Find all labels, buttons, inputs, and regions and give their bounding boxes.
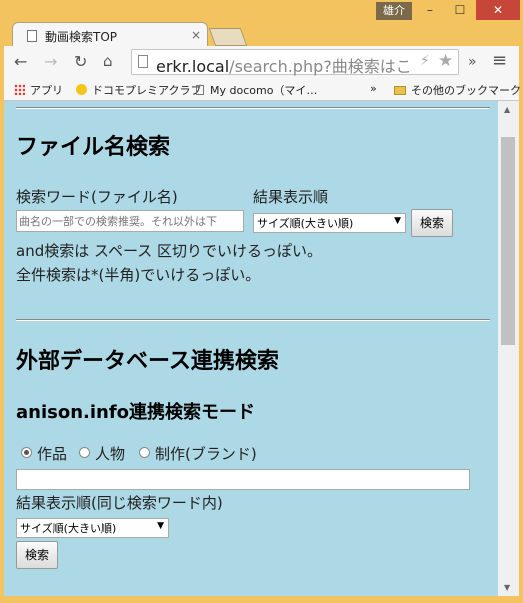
keyword-label: 検索ワード(ファイル名)	[16, 188, 178, 206]
all-search-note: 全件検索は*(半角)でいけるっぽい。	[16, 266, 261, 284]
maximize-button[interactable]: ☐	[446, 0, 474, 20]
reload-icon[interactable]: ↻	[74, 52, 87, 71]
bookmarks-more[interactable]: »	[370, 82, 377, 95]
radio-work-label[interactable]: 作品	[37, 443, 67, 464]
folder-icon	[394, 86, 406, 95]
title-bar: 雄介 – ☐ ✕	[0, 0, 523, 24]
minimize-button[interactable]: –	[416, 0, 444, 20]
home-icon[interactable]: ⌂	[103, 52, 113, 70]
scrollbar-thumb[interactable]	[501, 137, 515, 345]
apps-grid-icon	[14, 84, 25, 95]
external-search-button[interactable]: 検索	[16, 541, 58, 569]
browser-window: 雄介 – ☐ ✕ 動画検索TOP × ← → ↻ ⌂ erkr.local/se…	[0, 0, 523, 603]
section-heading-filename: ファイル名検索	[16, 135, 171, 160]
other-bookmarks[interactable]: その他のブックマーク	[394, 82, 521, 98]
chevron-down-icon: ▼	[157, 521, 164, 531]
tab-close-icon[interactable]: ×	[191, 28, 201, 42]
divider	[16, 319, 490, 321]
bolt-icon[interactable]: ⚡	[420, 53, 430, 69]
radio-work[interactable]	[21, 447, 32, 458]
page-icon	[196, 85, 204, 95]
radio-person-label[interactable]: 人物	[95, 443, 125, 464]
chevron-down-icon: ▼	[394, 216, 401, 226]
tab-active[interactable]: 動画検索TOP ×	[12, 22, 208, 48]
bookmark-apps[interactable]: アプリ	[14, 82, 63, 98]
back-icon[interactable]: ←	[14, 52, 27, 71]
radio-person[interactable]	[79, 447, 90, 458]
section-heading-external: 外部データベース連携検索	[16, 349, 279, 374]
bookmark-star-icon[interactable]: ★	[438, 51, 453, 71]
forward-icon[interactable]: →	[44, 52, 57, 71]
page-icon	[27, 30, 37, 42]
address-bar[interactable]: erkr.local/search.php?曲検索はこ ⚡ ★	[131, 49, 459, 77]
close-window-button[interactable]: ✕	[476, 0, 520, 20]
url-text[interactable]: erkr.local/search.php?曲検索はこ	[156, 53, 416, 77]
bookmark-my-docomo[interactable]: My docomo（マイ…	[196, 82, 317, 98]
external-order-select[interactable]: サイズ順(大きい順) ▼	[16, 518, 169, 538]
external-keyword-input[interactable]	[16, 469, 470, 490]
page-content: ファイル名検索 検索ワード(ファイル名) 結果表示順 サイズ順(大きい順)▼ 検…	[4, 101, 498, 596]
toolbar: ← → ↻ ⌂ erkr.local/search.php?曲検索はこ ⚡ ★ …	[4, 46, 519, 78]
profile-badge[interactable]: 雄介	[376, 2, 412, 20]
and-search-note: and検索は スペース 区切りでいけるっぽい。	[16, 242, 322, 260]
extensions-overflow-icon[interactable]: »	[468, 54, 477, 70]
new-tab-button[interactable]	[208, 28, 248, 46]
keyword-input[interactable]	[16, 210, 244, 232]
bookmarks-bar: アプリ ドコモプレミアクラブ My docomo（マイ… » その他のブックマー…	[4, 78, 521, 101]
radio-brand[interactable]	[139, 447, 150, 458]
menu-icon[interactable]: ≡	[492, 50, 507, 71]
bookmark-docomo-premier[interactable]: ドコモプレミアクラブ	[76, 82, 201, 98]
divider	[16, 107, 490, 109]
smiley-icon	[76, 84, 87, 95]
external-order-label: 結果表示順(同じ検索ワード内)	[16, 494, 223, 512]
scroll-down-icon[interactable]: ▼	[504, 583, 510, 592]
scroll-up-icon[interactable]: ▲	[504, 105, 510, 114]
radio-brand-label[interactable]: 制作(ブランド)	[155, 443, 257, 464]
tab-title: 動画検索TOP	[45, 30, 118, 44]
order-select[interactable]: サイズ順(大きい順) ▼	[253, 213, 406, 233]
mode-heading: anison.info連携検索モード	[16, 402, 256, 423]
page-info-icon[interactable]	[138, 55, 148, 68]
order-label: 結果表示順	[253, 188, 329, 206]
vertical-scrollbar[interactable]: ▲ ▼	[498, 101, 519, 596]
search-button[interactable]: 検索	[411, 209, 453, 237]
